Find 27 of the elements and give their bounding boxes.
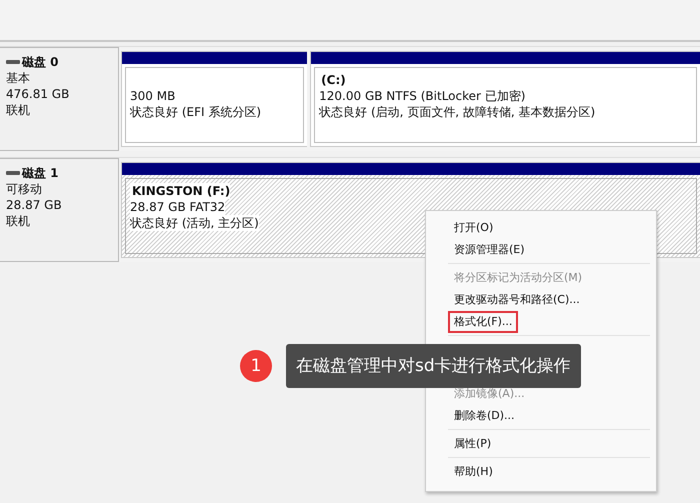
step-number-badge: 1: [240, 350, 272, 382]
menu-item[interactable]: 删除卷(D)...: [448, 405, 521, 427]
disk-name: 磁盘 1: [22, 165, 59, 181]
partition-status: 状态良好 (启动, 页面文件, 故障转储, 基本数据分区): [319, 104, 596, 120]
menu-item[interactable]: 格式化(F)...: [448, 311, 518, 333]
partition-label: (C:): [320, 72, 347, 88]
partition-size: 300 MB: [130, 88, 176, 104]
partition-status: 状态良好 (EFI 系统分区): [130, 104, 262, 120]
disk-name: 磁盘 0: [22, 54, 59, 70]
menu-item[interactable]: 更改驱动器号和路径(C)...: [448, 289, 586, 311]
menu-item[interactable]: 打开(O): [448, 217, 500, 239]
partition-label: KINGSTON (F:): [130, 183, 230, 199]
disk-status: 联机: [6, 213, 31, 229]
partition[interactable]: 300 MB 状态良好 (EFI 系统分区): [121, 51, 308, 147]
partition-status: 状态良好 (活动, 主分区): [130, 215, 259, 231]
menu-item[interactable]: 资源管理器(E): [448, 239, 531, 261]
disk-size: 476.81 GB: [6, 86, 70, 102]
partition-size: 28.87 GB FAT32: [130, 199, 226, 215]
disk-type: 基本: [6, 70, 31, 86]
disk-size: 28.87 GB: [6, 197, 63, 213]
callout-tooltip: 在磁盘管理中对sd卡进行格式化操作: [286, 344, 581, 388]
disk-type: 可移动: [6, 181, 43, 197]
partition-size: 120.00 GB NTFS (BitLocker 已加密): [319, 88, 526, 104]
partition[interactable]: (C:) 120.00 GB NTFS (BitLocker 已加密) 状态良好 (启动, 页面文件, 故障转储, 基本数据分区): [310, 51, 700, 147]
disk-status: 联机: [6, 102, 31, 118]
menu-item[interactable]: 帮助(H): [448, 461, 499, 483]
menu-item[interactable]: 属性(P): [448, 433, 498, 455]
